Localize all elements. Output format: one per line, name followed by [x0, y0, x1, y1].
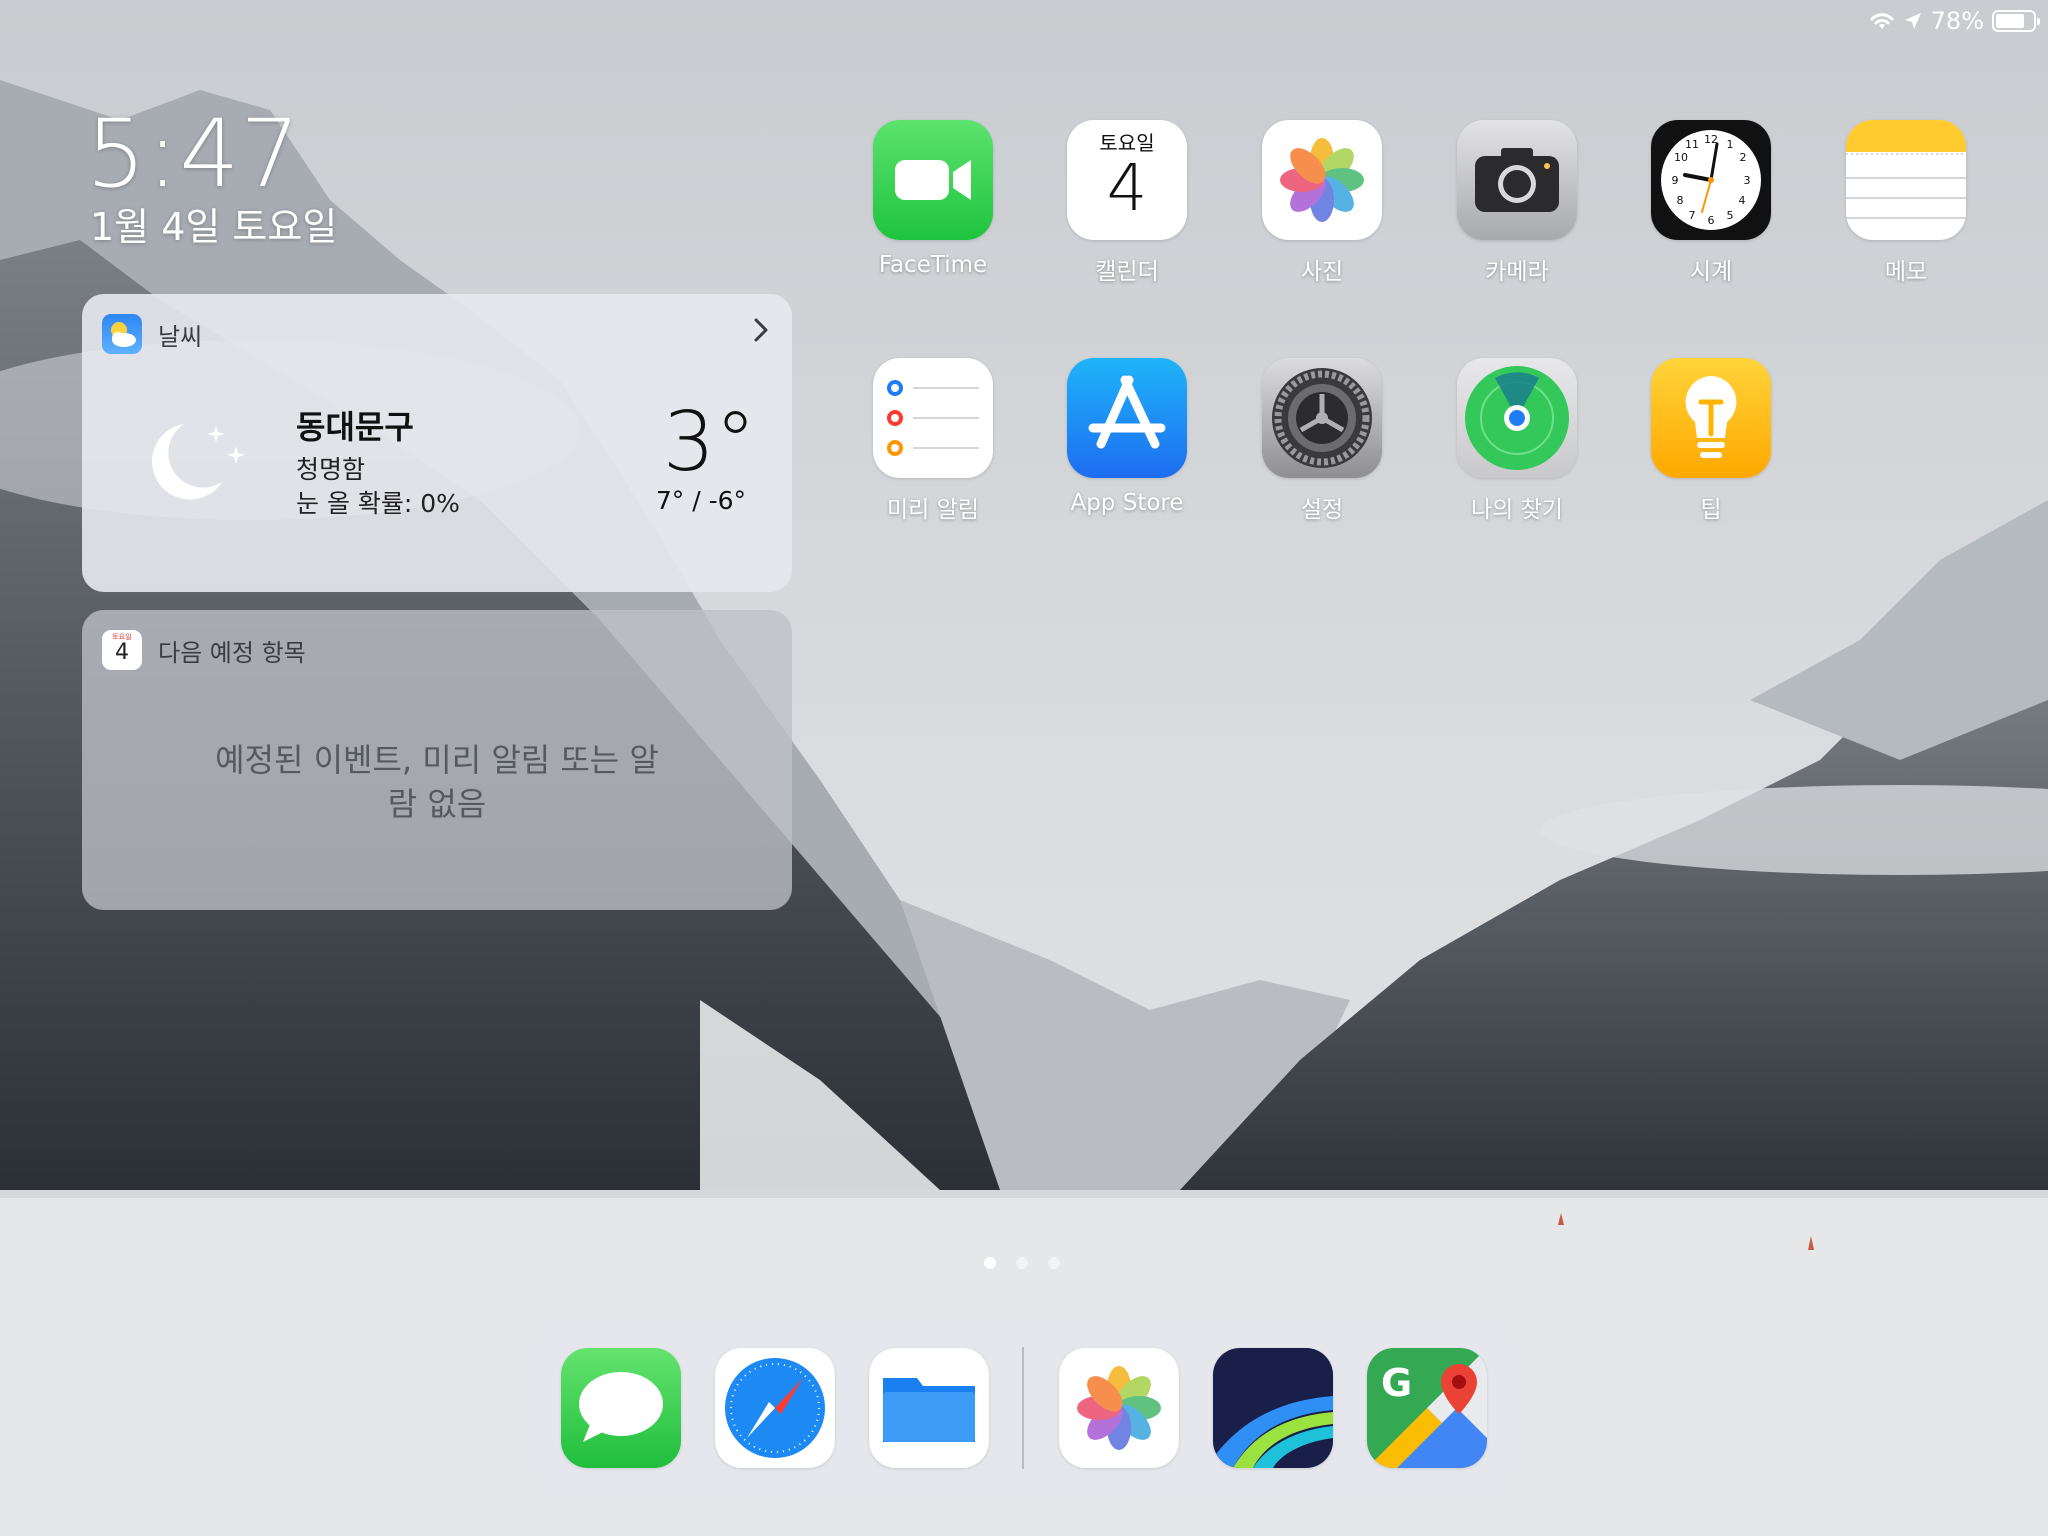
svg-text:7: 7	[1689, 209, 1696, 222]
tips-lightbulb-icon	[1651, 358, 1771, 478]
app-label: 나의 찾기	[1471, 497, 1563, 523]
dock-messages[interactable]	[561, 1348, 681, 1468]
files-folder-icon	[883, 1378, 975, 1442]
dock-safari[interactable]	[715, 1348, 835, 1468]
app-label: 미리 알림	[887, 497, 979, 523]
upnext-widget-header: 토요일 4 다음 예정 항목	[102, 630, 306, 670]
svg-text:G: G	[1381, 1361, 1412, 1405]
facetime-icon	[873, 120, 993, 240]
dock-photos[interactable]	[1059, 1348, 1179, 1468]
app-store-icon	[1067, 358, 1187, 478]
weather-app-icon	[102, 314, 142, 354]
weather-condition: 청명함	[296, 455, 366, 484]
clock-icon: 12 1 2 345 678 9 10 11	[1651, 120, 1771, 240]
photos-icon	[1262, 120, 1382, 240]
app-clock[interactable]: 12 1 2 345 678 9 10 11 시계	[1636, 120, 1786, 286]
svg-text:11: 11	[1685, 138, 1699, 151]
calendar-icon: 토요일 4	[1067, 120, 1187, 240]
app-label: 시계	[1689, 259, 1733, 285]
dock-lumafusion[interactable]	[1213, 1348, 1333, 1468]
page-dot-1[interactable]	[984, 1257, 996, 1269]
app-label: 캘린더	[1095, 259, 1159, 285]
page-dot-2[interactable]	[1016, 1257, 1028, 1269]
app-findmy[interactable]: 나의 찾기	[1442, 358, 1592, 524]
battery-percentage: 78%	[1930, 7, 1984, 35]
moon-stars-icon	[151, 424, 245, 500]
svg-text:2: 2	[1740, 151, 1747, 164]
weather-widget-header: 날씨	[102, 314, 202, 354]
calendar-mini-icon: 토요일 4	[102, 630, 142, 670]
page-indicator[interactable]	[984, 1257, 1060, 1269]
status-bar: 78%	[1869, 6, 2040, 36]
reminders-icon	[873, 358, 993, 478]
svg-text:1: 1	[1727, 138, 1734, 151]
app-appstore[interactable]: App Store	[1052, 358, 1202, 516]
app-label: 카메라	[1485, 259, 1549, 285]
app-notes[interactable]: 메모	[1831, 120, 1981, 286]
safari-icon	[725, 1358, 825, 1458]
google-maps-icon: G	[1367, 1348, 1487, 1468]
weather-snow-chance: 눈 올 확률: 0%	[296, 489, 460, 518]
upnext-empty-line-1: 예정된 이벤트, 미리 알림 또는 알	[215, 741, 659, 779]
home-time: 5:47	[86, 100, 302, 209]
app-label: App Store	[1070, 490, 1184, 516]
app-label: 사진	[1300, 259, 1344, 285]
home-date: 1월 4일 토요일	[90, 205, 338, 249]
camera-icon	[1457, 120, 1577, 240]
svg-text:10: 10	[1674, 151, 1688, 164]
upnext-widget-title: 다음 예정 항목	[158, 638, 306, 667]
dock-files[interactable]	[869, 1348, 989, 1468]
photos-icon	[1077, 1366, 1161, 1450]
app-settings[interactable]: 설정	[1247, 358, 1397, 524]
upnext-empty-line-2: 람 없음	[387, 785, 487, 823]
upnext-widget[interactable]: 토요일 4 다음 예정 항목 예정된 이벤트, 미리 알림 또는 알 람 없음	[82, 610, 792, 910]
chevron-right-icon[interactable]	[752, 316, 770, 344]
svg-text:6: 6	[1708, 214, 1715, 227]
weather-widget-title: 날씨	[158, 322, 203, 351]
messages-icon	[579, 1372, 663, 1442]
dock-divider	[1022, 1347, 1024, 1469]
weather-temperature: 3°	[662, 395, 756, 490]
lumafusion-icon	[1213, 1396, 1333, 1468]
upnext-empty-message: 예정된 이벤트, 미리 알림 또는 알 람 없음	[192, 738, 682, 826]
weather-temperature-range: 7° / -6°	[655, 486, 746, 515]
location-arrow-icon	[1904, 13, 1921, 29]
settings-gear-icon	[1262, 358, 1382, 478]
app-label: 설정	[1300, 497, 1344, 523]
page-dot-3[interactable]	[1048, 1257, 1060, 1269]
weather-location: 동대문구	[296, 408, 414, 446]
find-my-icon	[1457, 358, 1577, 478]
svg-text:8: 8	[1677, 194, 1684, 207]
calendar-icon-weekday: 토요일	[1099, 131, 1155, 155]
app-label: 메모	[1884, 259, 1928, 285]
notes-icon	[1846, 120, 1966, 240]
svg-text:4: 4	[1739, 194, 1746, 207]
svg-text:5: 5	[1727, 209, 1734, 222]
app-photos[interactable]: 사진	[1247, 120, 1397, 286]
app-facetime[interactable]: FaceTime	[858, 120, 1008, 278]
calendar-icon-day: 4	[1106, 152, 1148, 226]
app-reminders[interactable]: 미리 알림	[858, 358, 1008, 524]
app-label: 팁	[1700, 497, 1722, 523]
app-calendar[interactable]: 토요일 4 캘린더	[1052, 120, 1202, 286]
battery-fill	[1996, 14, 2025, 28]
app-tips[interactable]: 팁	[1636, 358, 1786, 524]
dock-google-maps[interactable]: G	[1367, 1348, 1487, 1468]
wifi-icon	[1870, 13, 1894, 29]
weather-widget[interactable]: 날씨 동대문구 청명함 눈 올 확률: 0% 3° 7° / -6°	[82, 294, 792, 592]
svg-text:9: 9	[1672, 174, 1679, 187]
app-label: FaceTime	[878, 252, 988, 278]
svg-text:3: 3	[1744, 174, 1751, 187]
battery-icon	[1992, 10, 2040, 32]
calendar-mini-day: 4	[115, 640, 129, 665]
dock: G	[528, 1315, 1520, 1501]
app-camera[interactable]: 카메라	[1442, 120, 1592, 286]
